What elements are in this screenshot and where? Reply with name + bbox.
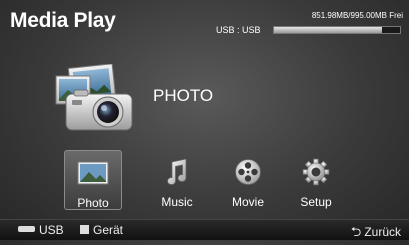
usb-key-icon (18, 226, 35, 232)
return-arrow-icon: ⮌ (350, 224, 362, 239)
media-menu: Photo Music Movie Setup (64, 150, 364, 210)
app-title: Media Play (10, 9, 116, 32)
menu-label-photo: Photo (77, 196, 109, 210)
storage-text: 851.98MB/995.00MB Frei (311, 11, 403, 20)
photo-icon (77, 159, 109, 187)
menu-item-music[interactable]: Music (148, 150, 206, 210)
footer-back-label: Zurück (364, 225, 401, 239)
device-key-icon (80, 225, 89, 234)
footer-usb-button[interactable]: USB (18, 223, 64, 237)
footer-device-label: Gerät (93, 223, 124, 237)
storage-bar-fill (274, 27, 382, 33)
menu-item-movie[interactable]: Movie (219, 150, 277, 210)
footer-usb-label: USB (39, 223, 64, 237)
footer-back-button[interactable]: ⮌ Zurück (351, 223, 401, 245)
menu-item-photo[interactable]: Photo (64, 150, 122, 210)
photo-camera-icon (52, 63, 148, 132)
hero-label: PHOTO (153, 86, 214, 105)
footer-bar: USB Gerät ⮌ Zurück (0, 219, 409, 240)
gear-icon (300, 158, 332, 186)
storage-bar (273, 26, 401, 34)
usb-device-label: USB : USB (216, 25, 261, 35)
menu-item-setup[interactable]: Setup (287, 150, 345, 210)
film-reel-icon (232, 158, 264, 186)
header: Media Play USB : USB 851.98MB/995.00MB F… (0, 0, 409, 44)
menu-label-music: Music (161, 195, 193, 209)
menu-label-setup: Setup (300, 195, 332, 209)
music-note-icon (161, 158, 193, 186)
menu-label-movie: Movie (231, 195, 264, 209)
footer-device-button[interactable]: Gerät (80, 223, 123, 237)
